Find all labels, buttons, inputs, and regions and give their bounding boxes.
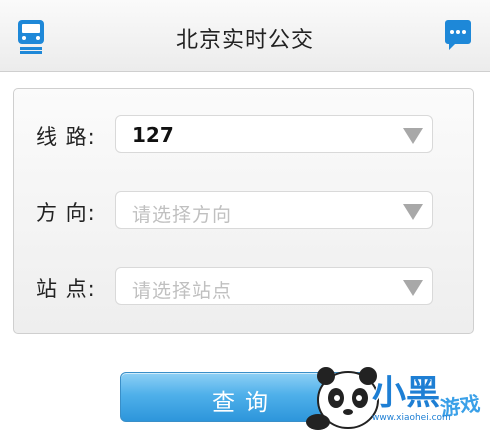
chat-icon[interactable] (445, 20, 471, 54)
page-title: 北京实时公交 (175, 28, 314, 53)
route-label: 线 路: (36, 125, 96, 149)
route-select[interactable]: 127 (115, 115, 433, 153)
stop-placeholder: 请选择站点 (132, 280, 233, 302)
query-form-panel: 线 路: 127 方 向: 请选择方向 站 点: 请选择站点 (13, 88, 474, 334)
app-header: 北京实时公交 (0, 0, 490, 72)
chevron-down-icon (403, 280, 423, 296)
watermark-url: www.xiaohei.com (372, 413, 451, 423)
route-row: 线 路: 127 (14, 115, 473, 155)
stop-row: 站 点: 请选择站点 (14, 267, 473, 307)
stop-label: 站 点: (36, 277, 96, 301)
chevron-down-icon (403, 128, 423, 144)
chevron-down-icon (403, 204, 423, 220)
watermark-title: 小黑 (372, 373, 440, 413)
direction-row: 方 向: 请选择方向 (14, 191, 473, 231)
stop-select[interactable]: 请选择站点 (115, 267, 433, 305)
direction-label: 方 向: (36, 201, 96, 225)
direction-select[interactable]: 请选择方向 (115, 191, 433, 229)
direction-placeholder: 请选择方向 (132, 204, 233, 226)
route-value: 127 (132, 123, 174, 147)
